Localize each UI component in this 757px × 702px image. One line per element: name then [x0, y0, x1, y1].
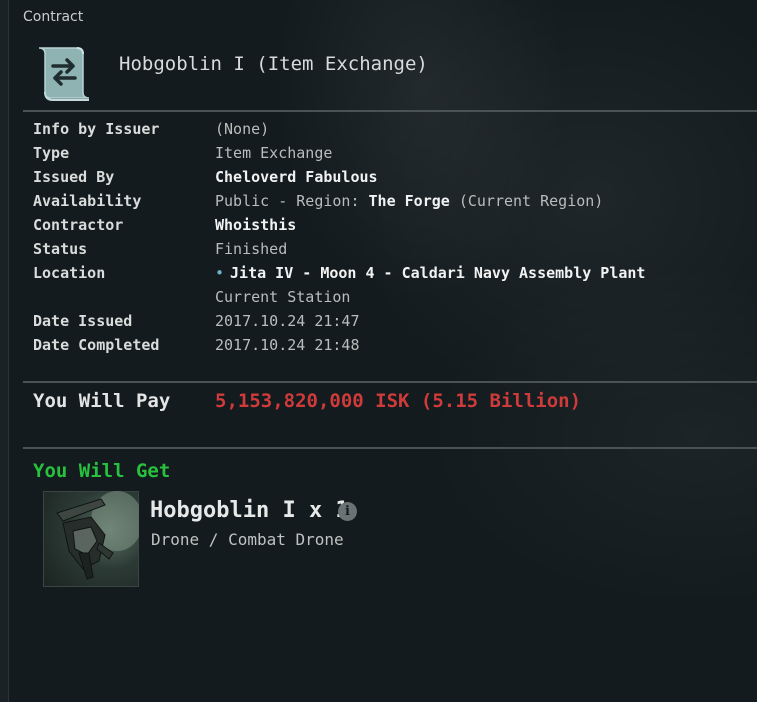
- availability-prefix: Public - Region:: [215, 192, 369, 210]
- pay-value: 5,153,820,000 ISK (5.15 Billion): [215, 390, 582, 412]
- detail-value: Item Exchange: [215, 144, 333, 162]
- detail-label: Info by Issuer: [33, 120, 160, 138]
- detail-label: Date Completed: [33, 336, 160, 354]
- detail-label: Availability: [33, 192, 142, 210]
- contract-window: Contract Hobgoblin I (Item Exchange) Inf…: [8, 0, 757, 702]
- window-left-strip: [0, 0, 8, 702]
- info-icon[interactable]: i: [338, 502, 357, 521]
- availability-suffix: (Current Region): [449, 192, 604, 210]
- pay-label: You Will Pay: [33, 390, 171, 412]
- get-label: You Will Get: [33, 460, 171, 482]
- current-station-label: Current Station: [215, 288, 351, 306]
- header-divider: [23, 110, 757, 112]
- detail-value: 2017.10.24 21:48: [215, 336, 360, 354]
- detail-label: Status: [33, 240, 88, 258]
- status-value: Finished: [215, 240, 288, 258]
- detail-label: Type: [33, 144, 70, 162]
- contract-name: Hobgoblin I (Item Exchange): [119, 53, 428, 75]
- detail-label: Contractor: [33, 216, 124, 234]
- contract-scroll-icon: [33, 42, 93, 106]
- detail-label: Date Issued: [33, 312, 133, 330]
- detail-value: 2017.10.24 21:47: [215, 312, 360, 330]
- issuer-link[interactable]: Cheloverd Fabulous: [215, 165, 378, 189]
- region-link[interactable]: The Forge: [369, 192, 450, 210]
- contractor-link[interactable]: Whoisthis: [215, 213, 296, 237]
- pay-divider-top: [23, 381, 757, 383]
- window-title: Contract: [23, 9, 84, 25]
- item-title[interactable]: Hobgoblin I x 1: [150, 498, 349, 523]
- detail-value: (None): [215, 120, 270, 138]
- detail-value: • Jita IV - Moon 4 - Caldari Navy Assembl…: [215, 261, 645, 285]
- item-category: Drone / Combat Drone: [151, 530, 344, 549]
- detail-value: Public - Region: The Forge (Current Regi…: [215, 189, 603, 213]
- security-bullet-icon: •: [215, 264, 225, 282]
- detail-label: Issued By: [33, 168, 115, 186]
- location-link[interactable]: Jita IV - Moon 4 - Caldari Navy Assembly…: [230, 264, 645, 282]
- item-thumbnail[interactable]: [43, 491, 139, 587]
- detail-label: Location: [33, 264, 106, 282]
- pay-divider-bottom: [23, 447, 757, 449]
